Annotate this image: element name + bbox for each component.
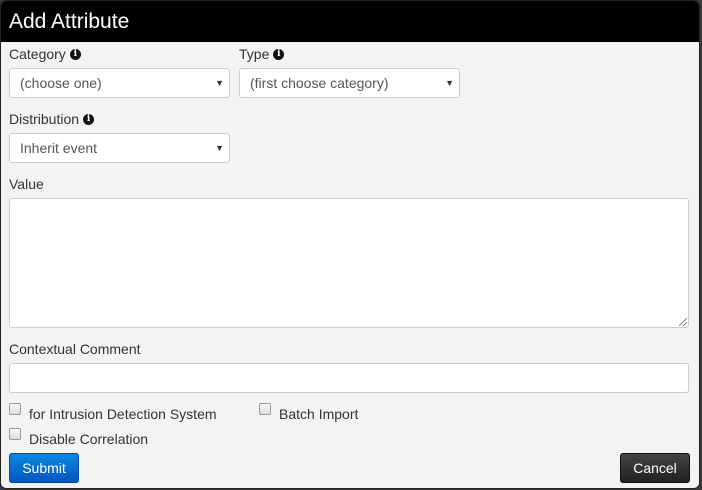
- comment-label: Contextual Comment: [9, 341, 141, 357]
- resize-grip-icon[interactable]: [679, 318, 687, 326]
- ids-checkbox-label[interactable]: for Intrusion Detection System: [29, 406, 217, 422]
- batch-import-checkbox[interactable]: [259, 403, 271, 415]
- cancel-button[interactable]: Cancel: [620, 453, 690, 483]
- category-info-icon[interactable]: i: [69, 48, 81, 60]
- caret-down-icon: ▼: [445, 78, 454, 88]
- distribution-info-icon[interactable]: i: [83, 113, 95, 125]
- distribution-label-group: Distribution i: [9, 111, 95, 127]
- type-label: Type: [239, 46, 270, 62]
- distribution-select[interactable]: Inherit event ▼: [9, 133, 230, 163]
- category-label: Category: [9, 46, 66, 62]
- value-textarea[interactable]: [9, 198, 689, 328]
- type-info-icon[interactable]: i: [273, 48, 285, 60]
- category-select[interactable]: (choose one) ▼: [9, 68, 230, 98]
- ids-checkbox[interactable]: [9, 403, 21, 415]
- type-select-value: (first choose category): [250, 75, 389, 91]
- distribution-select-value: Inherit event: [20, 140, 98, 156]
- type-label-group: Type i: [239, 46, 285, 62]
- disable-correlation-label[interactable]: Disable Correlation: [29, 431, 148, 447]
- type-select[interactable]: (first choose category) ▼: [239, 68, 460, 98]
- batch-import-label[interactable]: Batch Import: [279, 406, 358, 422]
- caret-down-icon: ▼: [215, 143, 224, 153]
- caret-down-icon: ▼: [215, 78, 224, 88]
- add-attribute-dialog: Add Attribute Category i (choose one) ▼ …: [0, 0, 700, 489]
- disable-correlation-checkbox[interactable]: [9, 428, 21, 440]
- submit-button[interactable]: Submit: [9, 453, 79, 483]
- distribution-label: Distribution: [9, 111, 80, 127]
- category-label-group: Category i: [9, 46, 81, 62]
- dialog-title: Add Attribute: [1, 1, 699, 42]
- value-label: Value: [9, 176, 44, 192]
- comment-input[interactable]: [9, 363, 689, 393]
- category-select-value: (choose one): [20, 75, 102, 91]
